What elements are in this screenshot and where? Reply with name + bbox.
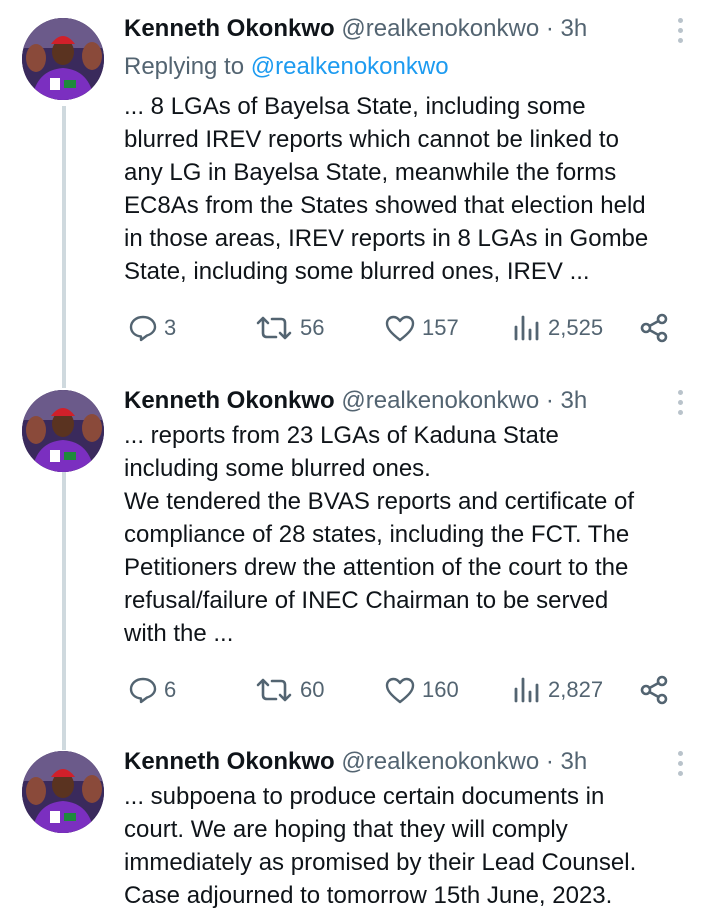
tweet-text: ... subpoena to produce certain document… bbox=[124, 780, 704, 912]
heart-icon bbox=[385, 315, 415, 342]
tweet[interactable]: Kenneth Okonkwo @realkenokonkwo · 3h ...… bbox=[0, 747, 720, 913]
tweet-text-line: State, including some blurred ones, IREV… bbox=[124, 258, 590, 285]
more-vertical-icon[interactable] bbox=[670, 390, 690, 420]
tweet-text-line: any LG in Bayelsa State, meanwhile the f… bbox=[124, 159, 617, 186]
reply-button[interactable]: 6 bbox=[128, 670, 176, 710]
avatar[interactable] bbox=[22, 18, 104, 100]
tweet-text-line: in those areas, IREV reports in 8 LGAs i… bbox=[124, 225, 649, 252]
views-count: 2,525 bbox=[548, 315, 604, 340]
repost-icon bbox=[256, 678, 292, 702]
tweet-text-line: refusal/failure of INEC Chairman to be s… bbox=[124, 587, 609, 614]
tweet-text-line: ... subpoena to produce certain document… bbox=[124, 783, 605, 810]
repost-count: 56 bbox=[300, 315, 325, 340]
tweet-text: ... 8 LGAs of Bayelsa State, including s… bbox=[124, 90, 704, 288]
tweet-actions: 6 60 160 2,827 bbox=[124, 670, 684, 710]
tweet-header: Kenneth Okonkwo @realkenokonkwo · 3h bbox=[124, 386, 587, 416]
author-handle[interactable]: @realkenokonkwo bbox=[341, 15, 539, 42]
repost-button[interactable]: 60 bbox=[254, 670, 324, 710]
replying-to: Replying to @realkenokonkwo bbox=[124, 52, 449, 82]
share-button[interactable] bbox=[638, 670, 676, 710]
replying-to-mention[interactable]: @realkenokonkwo bbox=[251, 53, 449, 80]
timestamp[interactable]: 3h bbox=[561, 387, 588, 414]
tweet-text-line: including some blurred ones. bbox=[124, 455, 431, 482]
timestamp[interactable]: 3h bbox=[561, 748, 588, 775]
like-count: 160 bbox=[422, 677, 459, 702]
repost-icon bbox=[256, 316, 292, 340]
repost-count: 60 bbox=[300, 677, 325, 702]
like-count: 157 bbox=[422, 315, 459, 340]
repost-button[interactable]: 56 bbox=[254, 308, 324, 348]
more-vertical-icon[interactable] bbox=[670, 751, 690, 781]
avatar-image bbox=[22, 751, 104, 833]
tweet-text-line: ... reports from 23 LGAs of Kaduna State bbox=[124, 422, 559, 449]
share-icon bbox=[640, 313, 668, 343]
like-button[interactable]: 160 bbox=[384, 670, 459, 710]
reply-count: 6 bbox=[164, 677, 177, 702]
reply-button[interactable]: 3 bbox=[128, 308, 176, 348]
tweet-text-line: compliance of 28 states, including the F… bbox=[124, 521, 630, 548]
tweet[interactable]: Kenneth Okonkwo @realkenokonkwo · 3h ...… bbox=[0, 386, 720, 724]
heart-icon bbox=[385, 677, 415, 704]
replying-to-label: Replying to bbox=[124, 53, 245, 80]
timestamp[interactable]: 3h bbox=[561, 15, 588, 42]
separator-dot: · bbox=[545, 748, 554, 775]
author-name[interactable]: Kenneth Okonkwo bbox=[124, 15, 335, 42]
tweet-header: Kenneth Okonkwo @realkenokonkwo · 3h bbox=[124, 747, 587, 777]
reply-count: 3 bbox=[164, 315, 177, 340]
tweet-text-line: court. We are hoping that they will comp… bbox=[124, 816, 568, 843]
avatar[interactable] bbox=[22, 751, 104, 833]
tweet-text: ... reports from 23 LGAs of Kaduna State… bbox=[124, 419, 704, 650]
tweet-header: Kenneth Okonkwo @realkenokonkwo · 3h bbox=[124, 14, 587, 44]
separator-dot: · bbox=[545, 387, 554, 414]
share-icon bbox=[640, 675, 668, 705]
views-icon bbox=[514, 315, 539, 341]
tweet-actions: 3 56 157 2,525 bbox=[124, 308, 684, 348]
avatar[interactable] bbox=[22, 390, 104, 472]
tweet-text-line: with the ... bbox=[124, 620, 234, 647]
like-button[interactable]: 157 bbox=[384, 308, 459, 348]
tweet-text-line: EC8As from the States showed that electi… bbox=[124, 192, 646, 219]
views-button[interactable]: 2,525 bbox=[512, 308, 603, 348]
tweet-text-line: blurred IREV reports which cannot be lin… bbox=[124, 126, 619, 153]
author-name[interactable]: Kenneth Okonkwo bbox=[124, 387, 335, 414]
avatar-image bbox=[22, 18, 104, 100]
tweet-text-line: Case adjourned to tomorrow 15th June, 20… bbox=[124, 882, 613, 909]
author-name[interactable]: Kenneth Okonkwo bbox=[124, 748, 335, 775]
avatar-image bbox=[22, 390, 104, 472]
more-vertical-icon[interactable] bbox=[670, 18, 690, 48]
views-button[interactable]: 2,827 bbox=[512, 670, 603, 710]
tweet-text-line: ... 8 LGAs of Bayelsa State, including s… bbox=[124, 93, 586, 120]
reply-icon bbox=[129, 677, 157, 704]
share-button[interactable] bbox=[638, 308, 676, 348]
tweet[interactable]: Kenneth Okonkwo @realkenokonkwo · 3h Rep… bbox=[0, 14, 720, 364]
author-handle[interactable]: @realkenokonkwo bbox=[341, 748, 539, 775]
tweet-text-line: Petitioners drew the attention of the co… bbox=[124, 554, 629, 581]
views-count: 2,827 bbox=[548, 677, 604, 702]
tweet-text-line: We tendered the BVAS reports and certifi… bbox=[124, 488, 635, 515]
views-icon bbox=[514, 677, 539, 703]
tweet-text-line: immediately as promised by their Lead Co… bbox=[124, 849, 637, 876]
separator-dot: · bbox=[545, 15, 554, 42]
reply-icon bbox=[129, 315, 157, 342]
author-handle[interactable]: @realkenokonkwo bbox=[341, 387, 539, 414]
